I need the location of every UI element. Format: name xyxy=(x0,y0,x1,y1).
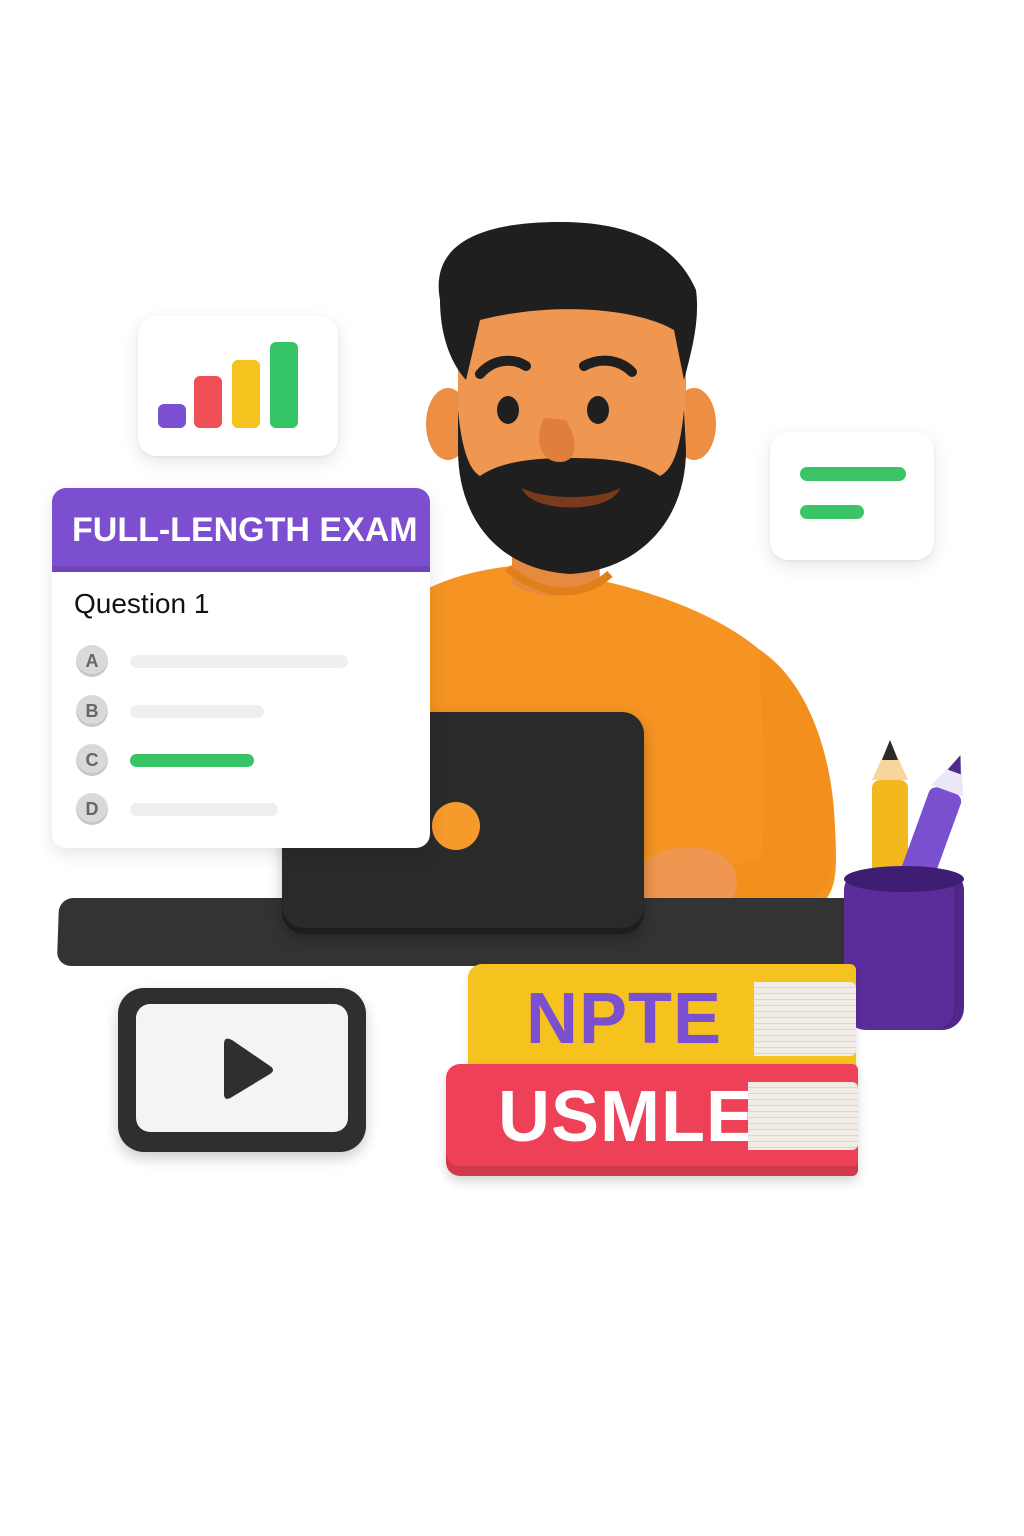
play-icon[interactable] xyxy=(136,1004,348,1132)
book-title: NPTE xyxy=(526,979,723,1059)
book-pages xyxy=(748,1082,858,1150)
pencil-cup-rim xyxy=(844,866,964,892)
video-card[interactable] xyxy=(118,988,366,1152)
book-pages xyxy=(754,982,856,1056)
book-usmle: USMLE xyxy=(446,1064,858,1176)
book-title: USMLE xyxy=(498,1077,755,1157)
pencils xyxy=(872,740,964,898)
illustration-scene: FULL-LENGTH EXAM Question 1 A B C D NPTE… xyxy=(0,0,1024,1536)
video-screen xyxy=(136,1004,348,1132)
pencil-cup xyxy=(844,872,964,1030)
